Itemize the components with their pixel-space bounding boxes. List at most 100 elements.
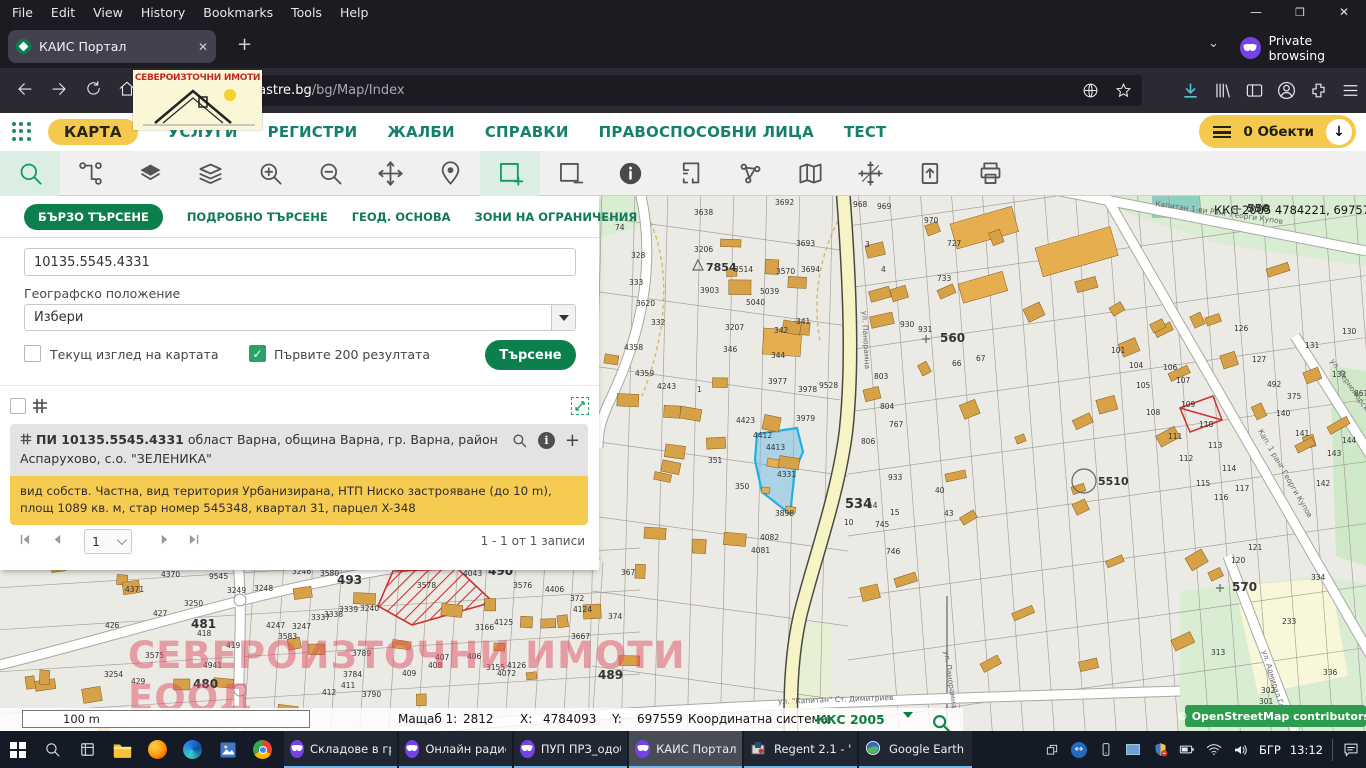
wifi-icon[interactable] — [1205, 743, 1223, 756]
current-view-checkbox[interactable] — [24, 345, 41, 362]
expand-results-icon[interactable] — [571, 397, 589, 415]
extensions-puzzle-icon[interactable] — [1309, 81, 1328, 100]
layers-tool-button[interactable] — [120, 151, 180, 196]
taskbar-window-firefox-private[interactable]: Складове в гра... — [284, 731, 397, 768]
library-icon[interactable] — [1213, 81, 1232, 100]
maximize-button[interactable]: ❒ — [1278, 6, 1322, 19]
search-tool-button[interactable] — [0, 151, 60, 196]
clock[interactable]: 13:12 — [1290, 743, 1323, 757]
zoom-to-result-icon[interactable] — [511, 432, 528, 449]
bookmark-star-icon[interactable] — [1115, 82, 1132, 99]
taskbar-window-firefox-private[interactable]: ПУП ПРЗ_одоб... — [514, 731, 627, 768]
map-tool-button[interactable] — [780, 151, 840, 196]
nav-item-правоспособни лица[interactable]: ПРАВОСПОСОБНИ ЛИЦА — [599, 123, 814, 141]
result-add-icon[interactable]: + — [565, 432, 580, 449]
page-select[interactable]: 1 — [84, 529, 132, 554]
search-button[interactable]: Търсене — [485, 340, 576, 370]
select-all-checkbox[interactable] — [10, 398, 26, 414]
reload-icon[interactable] — [76, 80, 110, 101]
panel-tab-1[interactable]: ПОДРОБНО ТЪРСЕНЕ — [187, 210, 328, 224]
edge-icon[interactable] — [175, 731, 210, 768]
menu-bookmarks[interactable]: Bookmarks — [203, 5, 273, 20]
close-button[interactable]: ✕ — [1322, 5, 1366, 19]
back-icon[interactable] — [8, 80, 42, 102]
rect-plus-tool-button[interactable] — [480, 151, 540, 196]
layers-stack-tool-button[interactable] — [180, 151, 240, 196]
result-info-icon[interactable]: i — [538, 432, 555, 449]
panel-tab-0[interactable]: БЪРЗО ТЪРСЕНЕ — [24, 204, 163, 230]
teamviewer-icon[interactable]: ↔ — [1070, 742, 1088, 758]
display-icon[interactable] — [1124, 744, 1142, 755]
result-card[interactable]: ПИ 10135.5545.4331 област Варна, община … — [10, 424, 588, 525]
file-explorer-icon[interactable] — [105, 731, 140, 768]
rect-minus-tool-button[interactable] — [540, 151, 600, 196]
prev-page-icon[interactable] — [50, 533, 63, 549]
phone-link-icon[interactable] — [1097, 742, 1115, 757]
menu-file[interactable]: File — [12, 5, 33, 20]
translate-icon[interactable] — [1082, 82, 1099, 99]
next-page-icon[interactable] — [158, 533, 171, 549]
taskbar-window-firefox-private[interactable]: КАИС Портал ... — [629, 731, 742, 768]
crs-dropdown-caret[interactable] — [903, 712, 913, 718]
menu-tools[interactable]: Tools — [291, 5, 322, 20]
url-bar[interactable]: kais.cadastre.bg/bg/Map/Index — [150, 75, 1142, 106]
panel-tab-3[interactable]: ЗОНИ НА ОГРАНИЧЕНИЯ — [475, 210, 638, 224]
tab-list-chevron-icon[interactable]: ⌄ — [1208, 36, 1219, 51]
crosshair-tool-button[interactable] — [840, 151, 900, 196]
forward-icon[interactable] — [42, 80, 76, 102]
polygon-tool-button[interactable] — [720, 151, 780, 196]
print-tool-button[interactable] — [960, 151, 1020, 196]
export-tool-button[interactable] — [900, 151, 960, 196]
downloads-icon[interactable] — [1181, 81, 1200, 100]
hidden-icons[interactable] — [1043, 743, 1061, 757]
nav-item-жалби[interactable]: ЖАЛБИ — [387, 123, 454, 141]
photos-icon[interactable] — [210, 731, 245, 768]
action-center-icon[interactable] — [1342, 742, 1360, 757]
info-tool-button[interactable] — [600, 151, 660, 196]
panel-tab-2[interactable]: ГЕОД. ОСНОВА — [352, 210, 451, 224]
taskbar-window-google-earth[interactable]: Google Earth Pro — [859, 731, 972, 768]
taskbar-window-regent[interactable]: Regent 2.1 - "C... — [744, 731, 857, 768]
taskbar-window-firefox-private[interactable]: Онлайн радио ... — [399, 731, 512, 768]
first-200-checkbox[interactable]: ✓ — [249, 345, 266, 362]
zoom-in-tool-button[interactable] — [240, 151, 300, 196]
objects-download-icon[interactable]: ↓ — [1326, 119, 1352, 145]
search-input[interactable] — [24, 248, 576, 276]
new-tab-button[interactable]: + — [237, 36, 252, 54]
menu-edit[interactable]: Edit — [51, 5, 75, 20]
tab-close-icon[interactable]: ✕ — [198, 40, 208, 54]
crs-value[interactable]: ККС 2005 — [816, 712, 885, 727]
nav-item-карта[interactable]: КАРТА — [48, 119, 138, 145]
objects-pill[interactable]: 0 Обекти ↓ — [1199, 115, 1356, 148]
nav-item-тест[interactable]: ТЕСТ — [844, 123, 887, 141]
volume-icon[interactable] — [1232, 743, 1250, 757]
nav-item-справки[interactable]: СПРАВКИ — [485, 123, 569, 141]
task-view-icon[interactable] — [70, 731, 105, 768]
tab-kais-portal[interactable]: КАИС Портал ✕ — [8, 30, 216, 63]
osm-attribution[interactable]: © OpenStreetMap contributors. — [1185, 705, 1366, 727]
menu-help[interactable]: Help — [340, 5, 369, 20]
taskbar-search-icon[interactable] — [35, 731, 70, 768]
pan-tool-button[interactable] — [360, 151, 420, 196]
route-tool-button[interactable] — [60, 151, 120, 196]
defender-icon[interactable] — [1151, 742, 1169, 757]
sidebar-icon[interactable] — [1245, 81, 1264, 100]
nav-item-регистри[interactable]: РЕГИСТРИ — [268, 123, 358, 141]
measure-tool-button[interactable] — [660, 151, 720, 196]
chrome-icon[interactable] — [245, 731, 280, 768]
menu-history[interactable]: History — [141, 5, 185, 20]
apps-grid-icon[interactable] — [12, 122, 32, 142]
menu-view[interactable]: View — [93, 5, 123, 20]
zoom-out-tool-button[interactable] — [300, 151, 360, 196]
first-page-icon[interactable] — [18, 533, 31, 549]
battery-icon[interactable] — [1178, 743, 1196, 756]
location-tool-button[interactable] — [420, 151, 480, 196]
language-indicator[interactable]: БГР — [1259, 743, 1281, 757]
firefox-icon[interactable] — [140, 731, 175, 768]
scale-value[interactable]: 2812 — [463, 712, 494, 726]
minimize-button[interactable]: — — [1234, 5, 1278, 19]
account-icon[interactable] — [1277, 81, 1296, 100]
app-menu-icon[interactable] — [1341, 81, 1360, 100]
last-page-icon[interactable] — [188, 533, 201, 549]
geo-select-arrow-icon[interactable] — [551, 305, 575, 330]
